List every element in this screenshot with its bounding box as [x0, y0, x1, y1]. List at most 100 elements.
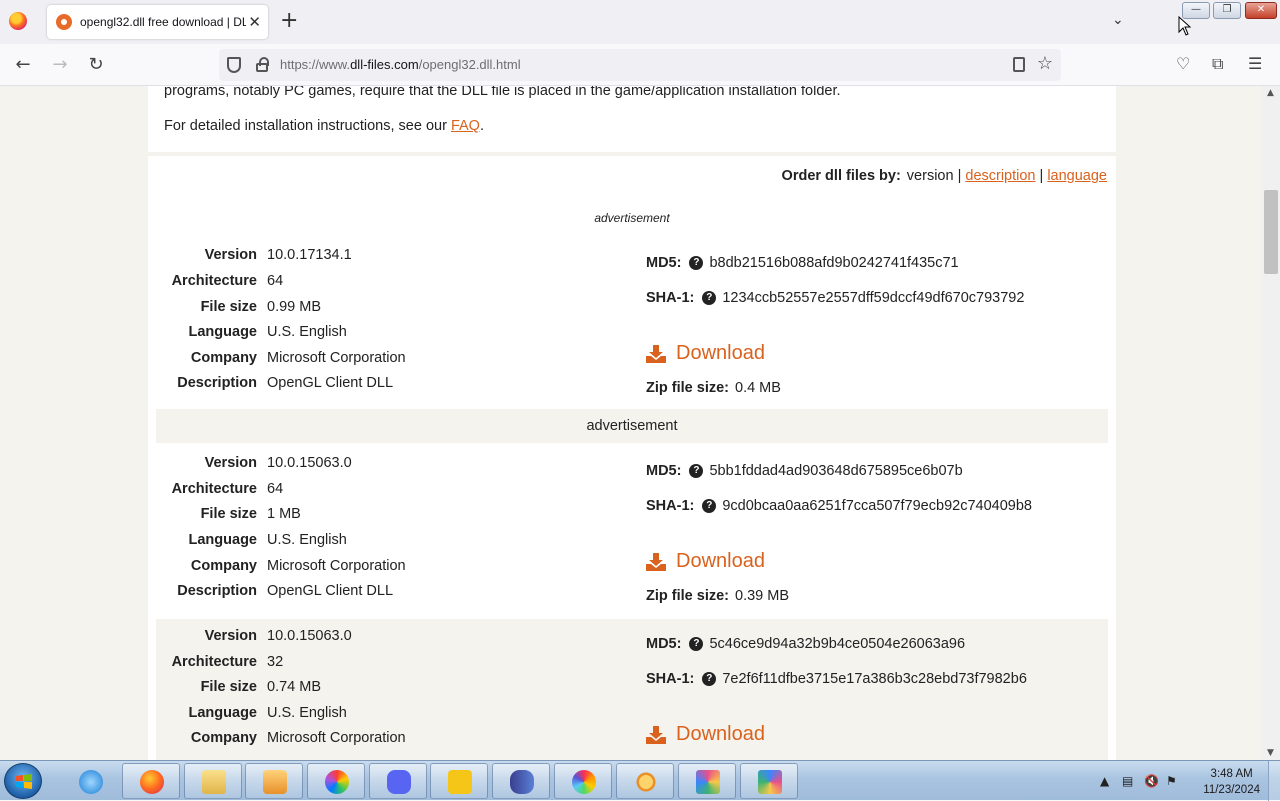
discord-taskbar-button[interactable] [369, 763, 427, 799]
new-tab-button[interactable]: + [280, 10, 298, 32]
file-size-value: 1 MB [267, 506, 301, 522]
language-label: Language [188, 705, 257, 721]
search-tool-taskbar-button[interactable] [616, 763, 674, 799]
window-restore-button[interactable]: ❐ [1213, 2, 1241, 19]
order-by-description-link[interactable]: description [965, 168, 1035, 184]
scroll-down-arrow-icon[interactable]: ▼ [1267, 748, 1274, 758]
geo-app-2-taskbar-button[interactable] [740, 763, 798, 799]
tracking-protection-shield-icon[interactable] [227, 57, 241, 73]
tab-close-icon[interactable]: ✕ [248, 13, 261, 31]
version-label: Version [204, 455, 257, 471]
help-question-icon[interactable]: ? [702, 672, 717, 686]
company-value: Microsoft Corporation [267, 350, 406, 366]
geo-app-1-taskbar-button[interactable] [678, 763, 736, 799]
company-label: Company [190, 558, 257, 574]
yellow-app-taskbar-button[interactable] [430, 763, 488, 799]
language-value: U.S. English [267, 532, 347, 548]
firefox-taskbar-button[interactable] [122, 763, 180, 799]
navigation-toolbar: ← → ↻ https://www.dll-files.com/opengl32… [0, 44, 1280, 86]
architecture-value: 64 [267, 273, 284, 289]
language-label: Language [188, 532, 257, 548]
clock-date: 11/23/2024 [1203, 784, 1260, 796]
url-text[interactable]: https://www.dll-files.com/opengl32.dll.h… [280, 57, 521, 72]
firefox-icon [140, 770, 164, 794]
color-wheel-taskbar-button[interactable] [554, 763, 612, 799]
system-tray: ▲ ▤ 🔇 ⚑ 3:48 AM 11/23/2024 [1090, 761, 1280, 801]
infinity-icon [510, 770, 534, 794]
color-app-taskbar-button[interactable] [307, 763, 365, 799]
language-value: U.S. English [267, 324, 347, 340]
url-bar[interactable]: https://www.dll-files.com/opengl32.dll.h… [219, 49, 1061, 81]
description-label: Description [177, 583, 257, 599]
polygon-icon [758, 770, 782, 794]
internet-explorer-taskbar-button[interactable] [61, 763, 119, 799]
zip-size-label: Zip file size: [646, 380, 729, 396]
install-info-section: programs, notably PC games, require that… [148, 86, 1116, 152]
tab-title: opengl32.dll free download | DLL [80, 15, 246, 29]
download-button[interactable]: Download [646, 723, 765, 746]
md5-value: 5bb1fddad4ad903648d675895ce6b07b [709, 463, 963, 479]
faq-link[interactable]: FAQ [451, 118, 480, 134]
scroll-up-arrow-icon[interactable]: ▲ [1267, 88, 1274, 98]
architecture-label: Architecture [171, 654, 257, 670]
folder-icon [202, 770, 226, 794]
company-label: Company [190, 350, 257, 366]
pocket-icon[interactable]: ♡ [1176, 54, 1190, 73]
order-by-language-link[interactable]: language [1047, 168, 1107, 184]
volume-muted-icon[interactable]: 🔇 [1144, 774, 1159, 788]
start-button[interactable] [4, 763, 42, 799]
company-value: Microsoft Corporation [267, 730, 406, 746]
order-by-label: Order dll files by: [781, 168, 901, 184]
network-icon[interactable]: ▤ [1122, 774, 1133, 788]
description-value: OpenGL Client DLL [267, 583, 394, 599]
download-icon [646, 725, 666, 744]
version-label: Version [204, 247, 257, 263]
back-arrow-icon[interactable]: ← [12, 54, 34, 76]
forward-arrow-icon[interactable]: → [49, 54, 71, 76]
show-hidden-icons-arrow-icon[interactable]: ▲ [1100, 774, 1109, 788]
zip-size-value: 0.4 MB [735, 380, 781, 396]
file-size-label: File size [200, 299, 257, 315]
bookmark-star-icon[interactable]: ☆ [1037, 53, 1053, 74]
app-menu-hamburger-icon[interactable]: ☰ [1248, 54, 1262, 73]
help-question-icon[interactable]: ? [702, 291, 717, 305]
firefox-icon[interactable] [9, 12, 27, 30]
dll-versions-section: Order dll files by: version | description… [148, 156, 1116, 760]
dll-files-favicon-icon [56, 14, 72, 30]
sha1-value: 1234ccb52557e2557dff59dccf49df670c793792 [722, 290, 1025, 306]
show-desktop-button[interactable] [1268, 761, 1280, 801]
help-question-icon[interactable]: ? [689, 464, 704, 478]
architecture-value: 64 [267, 481, 284, 497]
extensions-puzzle-icon[interactable]: ⧉ [1212, 54, 1223, 74]
page-scrollbar[interactable]: ▲ ▼ [1262, 86, 1280, 760]
architecture-value: 32 [267, 654, 284, 670]
download-label: Download [676, 723, 765, 745]
reader-view-icon[interactable] [1013, 57, 1025, 72]
reload-icon[interactable]: ↻ [85, 54, 107, 76]
company-label: Company [190, 730, 257, 746]
help-question-icon[interactable]: ? [689, 256, 704, 270]
sha1-label: SHA-1: [646, 671, 695, 687]
sha1-value: 7e2f6f11dfbe3715e17a386b3c28ebd73f7982b6 [722, 671, 1027, 687]
color-wheel-icon [572, 770, 596, 794]
help-question-icon[interactable]: ? [689, 637, 704, 651]
tab-active[interactable]: opengl32.dll free download | DLL ✕ [47, 5, 268, 39]
download-button[interactable]: Download [646, 342, 765, 365]
md5-value: 5c46ce9d94a32b9b4ce0504e26063a96 [709, 636, 966, 652]
media-player-taskbar-button[interactable] [245, 763, 303, 799]
lock-icon[interactable] [256, 57, 269, 72]
system-clock[interactable]: 3:48 AM 11/23/2024 [1203, 766, 1260, 798]
scrollbar-thumb[interactable] [1264, 190, 1278, 274]
dll-version-entry: Version 10.0.17134.1 Architecture 64 File … [156, 246, 1108, 406]
dll-version-entry: Version 10.0.15063.0 Architecture 64 File … [156, 446, 1108, 616]
file-explorer-taskbar-button[interactable] [184, 763, 242, 799]
architecture-label: Architecture [171, 273, 257, 289]
action-center-flag-icon[interactable]: ⚑ [1166, 774, 1177, 788]
list-all-tabs-icon[interactable]: ⌄ [1112, 12, 1124, 28]
help-question-icon[interactable]: ? [702, 499, 717, 513]
download-button[interactable]: Download [646, 550, 765, 573]
order-by-controls: Order dll files by: version | description… [781, 168, 1107, 184]
link-app-taskbar-button[interactable] [492, 763, 550, 799]
zip-size-label: Zip file size: [646, 588, 729, 604]
window-close-button[interactable]: ✕ [1245, 2, 1277, 19]
